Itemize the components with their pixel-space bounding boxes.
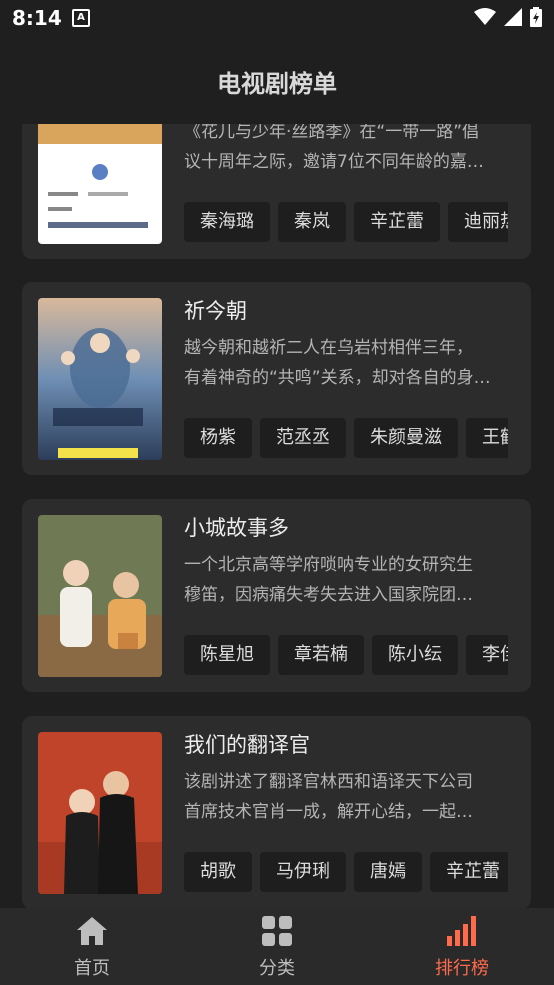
app-bar: 电视剧榜单 — [0, 34, 554, 124]
battery-icon — [530, 7, 542, 27]
description-line: 首席技术官肖一成，解开心结，一起… — [184, 802, 473, 822]
drama-poster — [38, 732, 162, 894]
actor-tag[interactable]: 朱颜曼滋 — [354, 418, 458, 458]
drama-description: 一个北京高等学府唢呐专业的女研究生 穆笛，因病痛失考失去进入国家院团… — [184, 550, 504, 610]
description-line: 一个北京高等学府唢呐专业的女研究生 — [184, 555, 473, 575]
actor-tag[interactable]: 章若楠 — [278, 635, 364, 675]
drama-title: 小城故事多 — [184, 516, 289, 540]
page-title: 电视剧榜单 — [217, 70, 337, 98]
actor-tag[interactable]: 秦岚 — [278, 202, 346, 242]
grid-icon — [262, 916, 292, 946]
actor-tag[interactable]: 范丞丞 — [260, 418, 346, 458]
status-bar: 8:14 A — [0, 0, 554, 34]
actor-tag[interactable]: 李佳 — [466, 635, 508, 675]
drama-list[interactable]: 《花儿与少年·丝路季》在“一带一路”倡 议十周年之际，邀请7位不同年龄的嘉… 秦… — [0, 124, 554, 908]
home-icon — [77, 917, 107, 945]
description-line: 该剧讲述了翻译官林西和语译天下公司 — [184, 772, 473, 792]
actor-tag[interactable]: 辛芷蕾 — [430, 852, 508, 892]
nav-ranking[interactable]: 排行榜 — [402, 916, 522, 980]
actor-tags: 陈星旭章若楠陈小纭李佳 — [184, 635, 508, 677]
drama-poster — [38, 515, 162, 677]
actor-tags: 杨紫范丞丞朱颜曼滋王鹤 — [184, 418, 508, 460]
nav-category[interactable]: 分类 — [217, 916, 337, 980]
nav-ranking-label: 排行榜 — [435, 958, 489, 979]
description-line: 穆笛，因病痛失考失去进入国家院团… — [184, 585, 473, 605]
actor-tag[interactable]: 陈小纭 — [372, 635, 458, 675]
actor-tag[interactable]: 迪丽热 — [448, 202, 508, 242]
status-time: 8:14 — [12, 6, 62, 30]
actor-tag[interactable]: 秦海璐 — [184, 202, 270, 242]
actor-tags: 胡歌 马伊琍 唐嫣 辛芷蕾 — [184, 852, 508, 894]
drama-card[interactable]: 小城故事多 一个北京高等学府唢呐专业的女研究生 穆笛，因病痛失考失去进入国家院团… — [22, 499, 531, 692]
nav-home[interactable]: 首页 — [32, 916, 152, 980]
drama-card[interactable]: 祈今朝 越今朝和越祈二人在乌岩村相伴三年， 有着神奇的“共鸣”关系，却对各自的身… — [22, 282, 531, 475]
description-line: 越今朝和越祈二人在乌岩村相伴三年， — [184, 338, 473, 358]
actor-tag[interactable]: 马伊琍 — [260, 852, 346, 892]
drama-card[interactable]: 《花儿与少年·丝路季》在“一带一路”倡 议十周年之际，邀请7位不同年龄的嘉… 秦… — [22, 124, 531, 259]
actor-tag[interactable]: 辛芷蕾 — [354, 202, 440, 242]
drama-poster — [38, 124, 162, 244]
description-line: 《花儿与少年·丝路季》在“一带一路”倡 — [184, 124, 480, 142]
notification-icon: A — [72, 9, 90, 27]
ranking-icon — [447, 916, 476, 946]
actor-tag[interactable]: 胡歌 — [184, 852, 252, 892]
actor-tag[interactable]: 杨紫 — [184, 418, 252, 458]
actor-tag[interactable]: 王鹤 — [466, 418, 508, 458]
drama-poster — [38, 298, 162, 460]
nav-home-label: 首页 — [74, 958, 110, 979]
drama-title: 我们的翻译官 — [184, 733, 310, 757]
drama-title: 祈今朝 — [184, 299, 247, 323]
actor-tag[interactable]: 陈星旭 — [184, 635, 270, 675]
description-line: 有着神奇的“共鸣”关系，却对各自的身… — [184, 368, 491, 388]
signal-icon — [504, 8, 522, 26]
bottom-nav: 首页 分类 排行榜 — [0, 908, 554, 985]
nav-category-label: 分类 — [259, 958, 295, 979]
status-icons — [474, 7, 542, 27]
drama-description: 越今朝和越祈二人在乌岩村相伴三年， 有着神奇的“共鸣”关系，却对各自的身… — [184, 333, 504, 393]
drama-card[interactable]: 我们的翻译官 该剧讲述了翻译官林西和语译天下公司 首席技术官肖一成，解开心结，一… — [22, 716, 531, 908]
actor-tag[interactable]: 唐嫣 — [354, 852, 422, 892]
drama-description: 《花儿与少年·丝路季》在“一带一路”倡 议十周年之际，邀请7位不同年龄的嘉… — [184, 124, 504, 177]
drama-description: 该剧讲述了翻译官林西和语译天下公司 首席技术官肖一成，解开心结，一起… — [184, 767, 504, 827]
description-line: 议十周年之际，邀请7位不同年龄的嘉… — [184, 152, 484, 172]
actor-tags: 秦海璐秦岚辛芷蕾迪丽热 — [184, 202, 508, 244]
wifi-icon — [474, 8, 496, 25]
